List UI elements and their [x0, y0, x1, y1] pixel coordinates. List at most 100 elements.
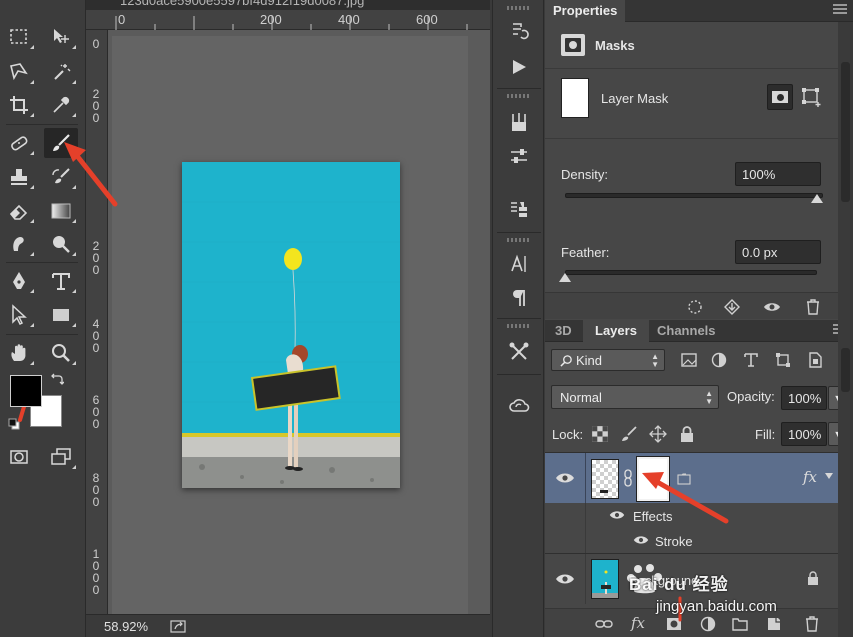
- stroke-visibility-eye-icon[interactable]: [633, 534, 649, 546]
- stroke-effect-row[interactable]: Stroke: [545, 528, 839, 553]
- quick-mask-tool[interactable]: [2, 442, 36, 472]
- scrollbar-thumb[interactable]: [841, 62, 850, 202]
- lock-transparent-button[interactable]: [591, 425, 609, 443]
- layer-mask-thumbnail-selected[interactable]: [636, 456, 670, 502]
- dock-grip[interactable]: [507, 238, 529, 242]
- blend-mode-select[interactable]: Normal ▲ ▼: [551, 385, 719, 409]
- smudge-tool[interactable]: [2, 229, 36, 259]
- panel-scrollbar[interactable]: [838, 22, 853, 637]
- link-layers-button[interactable]: [595, 615, 613, 633]
- background-thumbnail[interactable]: [591, 559, 619, 599]
- pen-tool[interactable]: [2, 266, 36, 296]
- layer-thumbnail[interactable]: [591, 459, 619, 499]
- filter-shape-button[interactable]: [773, 350, 793, 370]
- tab-properties[interactable]: Properties: [545, 0, 626, 22]
- vector-mask-button[interactable]: [801, 86, 823, 108]
- share-icon[interactable]: [170, 619, 188, 633]
- pixel-mask-button[interactable]: [767, 84, 793, 110]
- expand-effects-icon[interactable]: [825, 473, 833, 479]
- layer-visibility-eye-icon[interactable]: [555, 471, 575, 485]
- document-image[interactable]: [182, 162, 400, 488]
- lasso-tool[interactable]: [2, 57, 36, 87]
- type-tool[interactable]: [44, 266, 78, 296]
- feather-input[interactable]: 0.0 px: [735, 240, 821, 264]
- brush-presets-button[interactable]: [505, 108, 533, 136]
- filter-smart-object-button[interactable]: [805, 350, 825, 370]
- density-slider-track[interactable]: [565, 193, 823, 198]
- selection-dotted-icon: [688, 300, 702, 314]
- clone-stamp-tool[interactable]: [2, 162, 36, 192]
- healing-brush-tool[interactable]: [2, 128, 36, 158]
- tab-3d[interactable]: 3D: [545, 320, 582, 342]
- background-visibility-eye-icon[interactable]: [555, 572, 575, 586]
- tab-layers[interactable]: Layers: [583, 320, 649, 342]
- path-selection-tool[interactable]: [2, 300, 36, 330]
- magic-wand-tool[interactable]: [44, 57, 78, 87]
- feather-slider-thumb[interactable]: [559, 273, 571, 282]
- filter-kind-select[interactable]: Kind ▲ ▼: [551, 349, 665, 371]
- feather-slider-track[interactable]: [565, 270, 817, 275]
- mask-link-icon[interactable]: [623, 469, 633, 487]
- load-selection-button[interactable]: [685, 297, 705, 317]
- dock-grip[interactable]: [507, 324, 529, 328]
- disable-mask-button[interactable]: [762, 297, 782, 317]
- scrollbar-thumb[interactable]: [841, 348, 850, 392]
- eyedropper-tool[interactable]: [44, 90, 78, 120]
- document-tab[interactable]: 123d0ace5900e5597bf4d912f19d0087.jpg: [86, 0, 490, 10]
- density-input[interactable]: 100%: [735, 162, 821, 186]
- new-layer-button[interactable]: [765, 615, 783, 633]
- new-group-button[interactable]: [731, 615, 749, 633]
- lock-pixels-button[interactable]: [620, 425, 638, 443]
- opacity-input[interactable]: 100%: [781, 386, 827, 410]
- layer-fx-badge[interactable]: fx: [803, 468, 817, 486]
- fill-input[interactable]: 100%: [781, 422, 827, 446]
- move-tool[interactable]: [44, 22, 78, 52]
- filter-pixel-button[interactable]: [679, 350, 699, 370]
- hand-tool[interactable]: [2, 338, 36, 368]
- crop-tool[interactable]: [2, 90, 36, 120]
- clone-source-button[interactable]: [505, 196, 533, 224]
- actions-panel-button[interactable]: [505, 53, 533, 81]
- lock-all-button[interactable]: [678, 425, 696, 443]
- background-color-swatch[interactable]: [30, 395, 62, 427]
- libraries-button[interactable]: [505, 392, 533, 420]
- dodge-tool[interactable]: [44, 229, 78, 259]
- effects-row[interactable]: Effects: [545, 503, 839, 553]
- paragraph-panel-button[interactable]: [505, 284, 533, 312]
- delete-mask-button[interactable]: [803, 297, 823, 317]
- history-brush-tool[interactable]: [44, 162, 78, 192]
- lock-position-button[interactable]: [649, 425, 667, 443]
- panel-menu-icon[interactable]: [833, 4, 847, 16]
- effects-visibility-eye-icon[interactable]: [609, 509, 625, 521]
- brush-tool[interactable]: [44, 128, 78, 158]
- tab-channels[interactable]: Channels: [647, 320, 726, 342]
- apply-mask-button[interactable]: [722, 297, 742, 317]
- adjustments-button[interactable]: [505, 142, 533, 170]
- new-adjustment-layer-button[interactable]: [699, 615, 717, 633]
- horizontal-ruler[interactable]: 0 200 400 600: [86, 10, 490, 30]
- filter-adjustment-button[interactable]: [709, 350, 729, 370]
- zoom-level[interactable]: 58.92%: [104, 619, 148, 634]
- add-mask-button[interactable]: [665, 615, 683, 633]
- eraser-tool[interactable]: [2, 196, 36, 226]
- layer-locked-icon[interactable]: [807, 571, 819, 585]
- density-slider-thumb[interactable]: [811, 194, 823, 203]
- history-panel-button[interactable]: [505, 17, 533, 45]
- gradient-tool[interactable]: [44, 196, 78, 226]
- filter-type-button[interactable]: [741, 350, 761, 370]
- move-arrows-icon: [649, 425, 667, 443]
- dock-grip[interactable]: [507, 94, 529, 98]
- default-colors-icon[interactable]: [8, 418, 20, 430]
- swap-colors-icon[interactable]: [50, 372, 65, 386]
- layer-row-selected[interactable]: fx: [545, 453, 839, 503]
- rectangle-tool[interactable]: [44, 300, 78, 330]
- screen-mode-tool[interactable]: [44, 442, 78, 472]
- marquee-tool[interactable]: [2, 22, 36, 52]
- zoom-tool[interactable]: [44, 338, 78, 368]
- add-layer-style-button[interactable]: fx: [631, 614, 645, 632]
- vertical-ruler[interactable]: 0 200 200 400 600 800 1000: [86, 30, 108, 614]
- delete-layer-button[interactable]: [803, 615, 821, 633]
- tool-presets-button[interactable]: [505, 338, 533, 366]
- character-panel-button[interactable]: [505, 250, 533, 278]
- dock-grip[interactable]: [507, 6, 529, 10]
